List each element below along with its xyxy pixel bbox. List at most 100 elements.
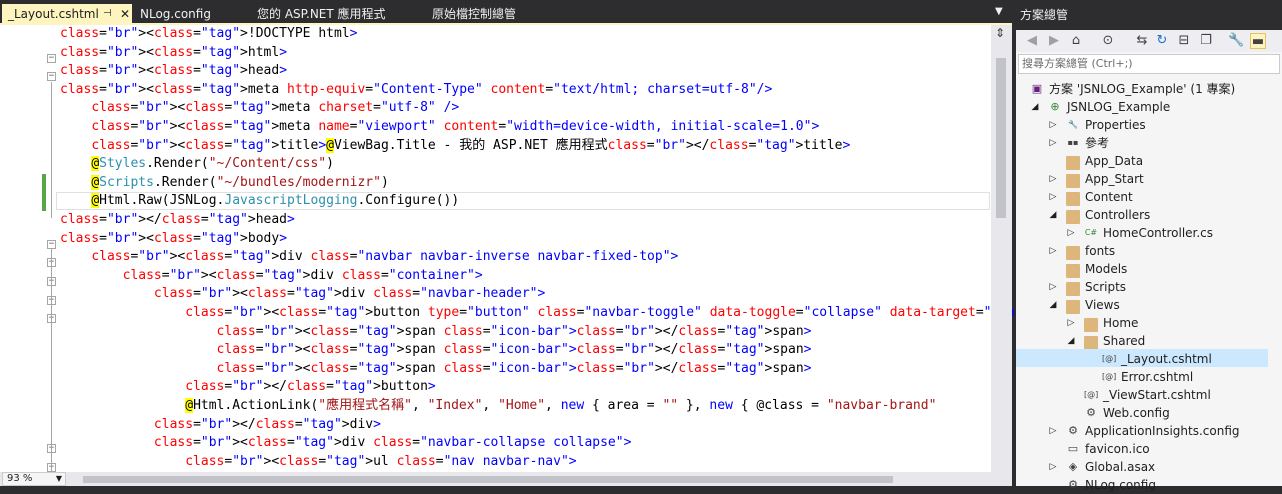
code-line[interactable]: class="br"><class="tag">!DOCTYPE html> <box>60 25 357 44</box>
expand-arrow-icon[interactable]: ▷ <box>1048 188 1058 206</box>
code-line[interactable]: class="br"><class="tag">meta http-equiv=… <box>60 81 772 100</box>
split-view-icon[interactable]: ⇕ <box>995 26 1005 40</box>
code-line[interactable]: class="br"><class="tag">span class="icon… <box>60 323 812 342</box>
refresh-icon[interactable]: ↻ <box>1154 33 1170 49</box>
expand-arrow-icon[interactable]: ▷ <box>1066 314 1076 332</box>
tree-item[interactable]: ◢ ⊕ JSNLOG_Example <box>1016 98 1266 116</box>
tree-item[interactable]: ▷ fonts <box>1016 242 1266 260</box>
tree-item[interactable]: ▷ ◈ Global.asax <box>1016 458 1266 476</box>
tree-item[interactable]: Models <box>1016 260 1266 278</box>
close-icon[interactable]: ✕ <box>120 4 130 24</box>
tab-layout-cshtml[interactable]: _Layout.cshtml ⊣ ✕ <box>2 4 132 24</box>
tree-item[interactable]: ▷ Home <box>1016 314 1266 332</box>
code-line[interactable]: class="br"><class="tag">span class="icon… <box>60 360 812 379</box>
tab-dropdown-icon[interactable]: ▼ <box>995 6 1003 17</box>
code-line[interactable]: class="br"><class="tag">title>@ViewBag.T… <box>60 137 850 156</box>
code-line[interactable]: class="br"><class="tag">body> <box>60 230 287 249</box>
image-file-icon: ▭ <box>1067 442 1079 455</box>
tree-item[interactable]: [@] Error.cshtml <box>1016 368 1266 386</box>
fold-toggle-icon[interactable]: − <box>47 54 56 63</box>
expand-arrow-icon[interactable]: ▷ <box>1048 242 1058 260</box>
tree-item-label: Home <box>1103 316 1139 330</box>
sync-icon[interactable]: ⇆ <box>1134 33 1150 49</box>
solution-explorer-search-input[interactable]: 搜尋方案總管 (Ctrl+;) <box>1018 54 1280 74</box>
tree-item-label: HomeController.cs <box>1103 226 1214 240</box>
expand-arrow-icon[interactable]: ▷ <box>1048 116 1058 134</box>
expand-arrow-icon[interactable]: ▷ <box>1048 278 1058 296</box>
fold-toggle-icon[interactable]: − <box>47 240 56 249</box>
expand-arrow-icon[interactable]: ▷ <box>1048 458 1058 476</box>
tab-aspnet-app[interactable]: 您的 ASP.NET 應用程式 <box>249 4 394 24</box>
preview-selected-icon[interactable]: ▬ <box>1250 33 1266 49</box>
expand-arrow-icon[interactable]: ▷ <box>1048 134 1058 152</box>
code-line[interactable]: class="br"><class="tag">div class="conta… <box>60 267 483 286</box>
tab-source-control[interactable]: 原始檔控制總管 <box>424 4 524 24</box>
code-line[interactable]: @Html.Raw(JSNLog.JavascriptLogging.Confi… <box>60 192 459 211</box>
code-line[interactable]: class="br"><class="tag">head> <box>60 62 287 81</box>
code-line[interactable]: @Html.ActionLink("應用程式名稱", "Index", "Hom… <box>60 397 936 416</box>
tree-item[interactable]: ⚙ Web.config <box>1016 404 1266 422</box>
tree-item[interactable]: App_Data <box>1016 152 1266 170</box>
code-line[interactable]: class="br"><class="tag">meta charset="ut… <box>60 99 459 118</box>
tree-item[interactable]: ⚙ NLog.config <box>1016 476 1266 494</box>
collapse-all-icon[interactable]: ⊟ <box>1176 33 1192 49</box>
code-line[interactable]: class="br"></class="tag">div> <box>60 416 381 435</box>
collapse-arrow-icon[interactable]: ◢ <box>1030 98 1040 116</box>
solution-explorer-scrollbar[interactable] <box>1268 76 1282 486</box>
show-all-files-icon[interactable]: ❐ <box>1198 33 1214 49</box>
code-line[interactable]: class="br"><class="tag">meta name="viewp… <box>60 118 819 137</box>
forward-icon[interactable]: ▶ <box>1046 33 1062 49</box>
tree-item-label: Shared <box>1103 334 1146 348</box>
expand-arrow-icon[interactable]: ▷ <box>1066 224 1076 242</box>
code-line[interactable]: class="br"><class="tag">span class="icon… <box>60 341 812 360</box>
code-editor[interactable]: − − − − − − − − − class="br"><class="tag… <box>0 25 1132 472</box>
home-icon[interactable]: ⌂ <box>1068 33 1084 49</box>
tree-item[interactable]: ◢ Shared <box>1016 332 1266 350</box>
tree-item[interactable]: ▣ 方案 'JSNLOG_Example' (1 專案) <box>1016 80 1266 98</box>
code-line[interactable]: @Styles.Render("~/Content/css") <box>60 155 334 174</box>
tree-item[interactable]: ▷ C# HomeController.cs <box>1016 224 1266 242</box>
tree-item[interactable]: ▷ 🔧 Properties <box>1016 116 1266 134</box>
back-icon[interactable]: ◀ <box>1024 33 1040 49</box>
folder-icon <box>1066 210 1080 224</box>
collapse-arrow-icon[interactable]: ◢ <box>1048 206 1058 224</box>
tree-item[interactable]: ▷ ▪▪ 參考 <box>1016 134 1266 152</box>
code-line[interactable]: class="br"><class="tag">button type="but… <box>60 304 1132 323</box>
code-line[interactable]: @Scripts.Render("~/bundles/modernizr") <box>60 174 389 193</box>
expand-arrow-icon[interactable]: ▷ <box>1048 170 1058 188</box>
tree-item[interactable]: [@] _ViewStart.cshtml <box>1016 386 1266 404</box>
zoom-level-dropdown[interactable]: 93 % ▼ <box>2 472 66 486</box>
tree-item[interactable]: ▷ App_Start <box>1016 170 1266 188</box>
tree-item[interactable]: ▭ favicon.ico <box>1016 440 1266 458</box>
tab-nlog-config[interactable]: NLog.config <box>132 4 219 24</box>
tree-item[interactable]: ▷ ⚙ ApplicationInsights.config <box>1016 422 1266 440</box>
tree-item[interactable]: ◢ Controllers <box>1016 206 1266 224</box>
code-line[interactable]: class="br"><class="tag">div class="navba… <box>60 285 545 304</box>
properties-wrench-icon[interactable]: 🔧 <box>1228 33 1244 49</box>
expand-arrow-icon[interactable]: ▷ <box>1048 422 1058 440</box>
tree-item[interactable]: ▷ Scripts <box>1016 278 1266 296</box>
razor-file-icon: [@] <box>1102 354 1117 363</box>
code-line[interactable]: class="br"></class="tag">head> <box>60 211 295 230</box>
code-line[interactable]: class="br"><class="tag">html> <box>60 44 287 63</box>
tree-item-label: Properties <box>1085 118 1146 132</box>
fold-toggle-icon[interactable]: − <box>47 72 56 81</box>
code-line[interactable]: class="br"></class="tag">button> <box>60 378 436 397</box>
pending-changes-filter-icon[interactable]: ⊙ <box>1100 33 1116 49</box>
collapse-arrow-icon[interactable]: ◢ <box>1066 332 1076 350</box>
code-line[interactable]: class="br"><class="tag">div class="navba… <box>60 248 678 267</box>
editor-vertical-scrollbar[interactable] <box>991 25 1012 472</box>
code-line[interactable]: class="br"><class="tag">ul class="nav na… <box>60 453 576 472</box>
tree-item-label: Models <box>1085 262 1128 276</box>
tab-label: 您的 ASP.NET 應用程式 <box>257 7 386 21</box>
scrollbar-thumb[interactable] <box>996 58 1006 218</box>
horizontal-scrollbar-thumb[interactable] <box>83 476 893 483</box>
tree-item-label: favicon.ico <box>1085 442 1150 456</box>
collapse-arrow-icon[interactable]: ◢ <box>1048 296 1058 314</box>
tree-item[interactable]: ◢ Views <box>1016 296 1266 314</box>
tree-item[interactable]: ▷ Content <box>1016 188 1266 206</box>
folder-icon <box>1066 192 1080 206</box>
code-line[interactable]: class="br"><class="tag">div class="navba… <box>60 434 631 453</box>
pin-icon[interactable]: ⊣ <box>103 4 112 24</box>
tree-item[interactable]: [@] _Layout.cshtml <box>1016 350 1266 368</box>
